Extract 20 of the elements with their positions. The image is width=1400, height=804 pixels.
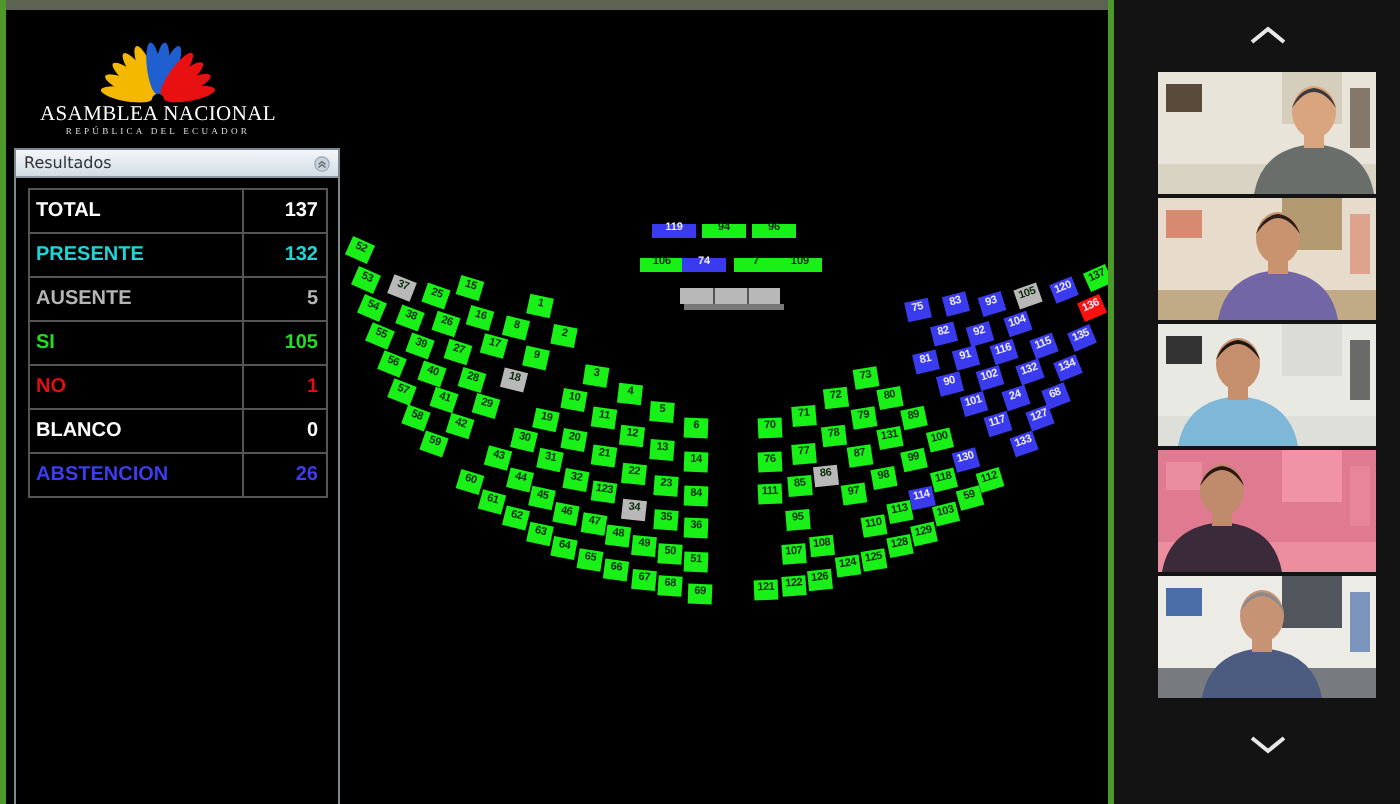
logo-title: ASAMBLEA NACIONAL [39,104,277,126]
result-value: 132 [282,242,320,270]
result-value: 5 [304,286,320,314]
podium-icon [680,288,784,310]
result-value: 105 [282,330,320,358]
collapse-icon[interactable] [314,155,330,171]
result-value: 0 [304,418,320,446]
scroll-up-icon[interactable] [1249,26,1285,44]
result-value: 1 [304,374,320,402]
result-label: BLANCO [30,410,244,452]
result-label: PRESENTE [30,234,244,276]
result-label: NO [30,366,244,408]
result-value: 137 [282,198,320,226]
result-label: SI [30,322,244,364]
result-value: 26 [293,462,320,490]
result-label: AUSENTE [30,278,244,320]
result-label: TOTAL [30,190,244,232]
scroll-down-icon[interactable] [1249,736,1285,754]
panel-title: Resultados [24,154,112,172]
result-label: ABSTENCION [30,454,244,496]
